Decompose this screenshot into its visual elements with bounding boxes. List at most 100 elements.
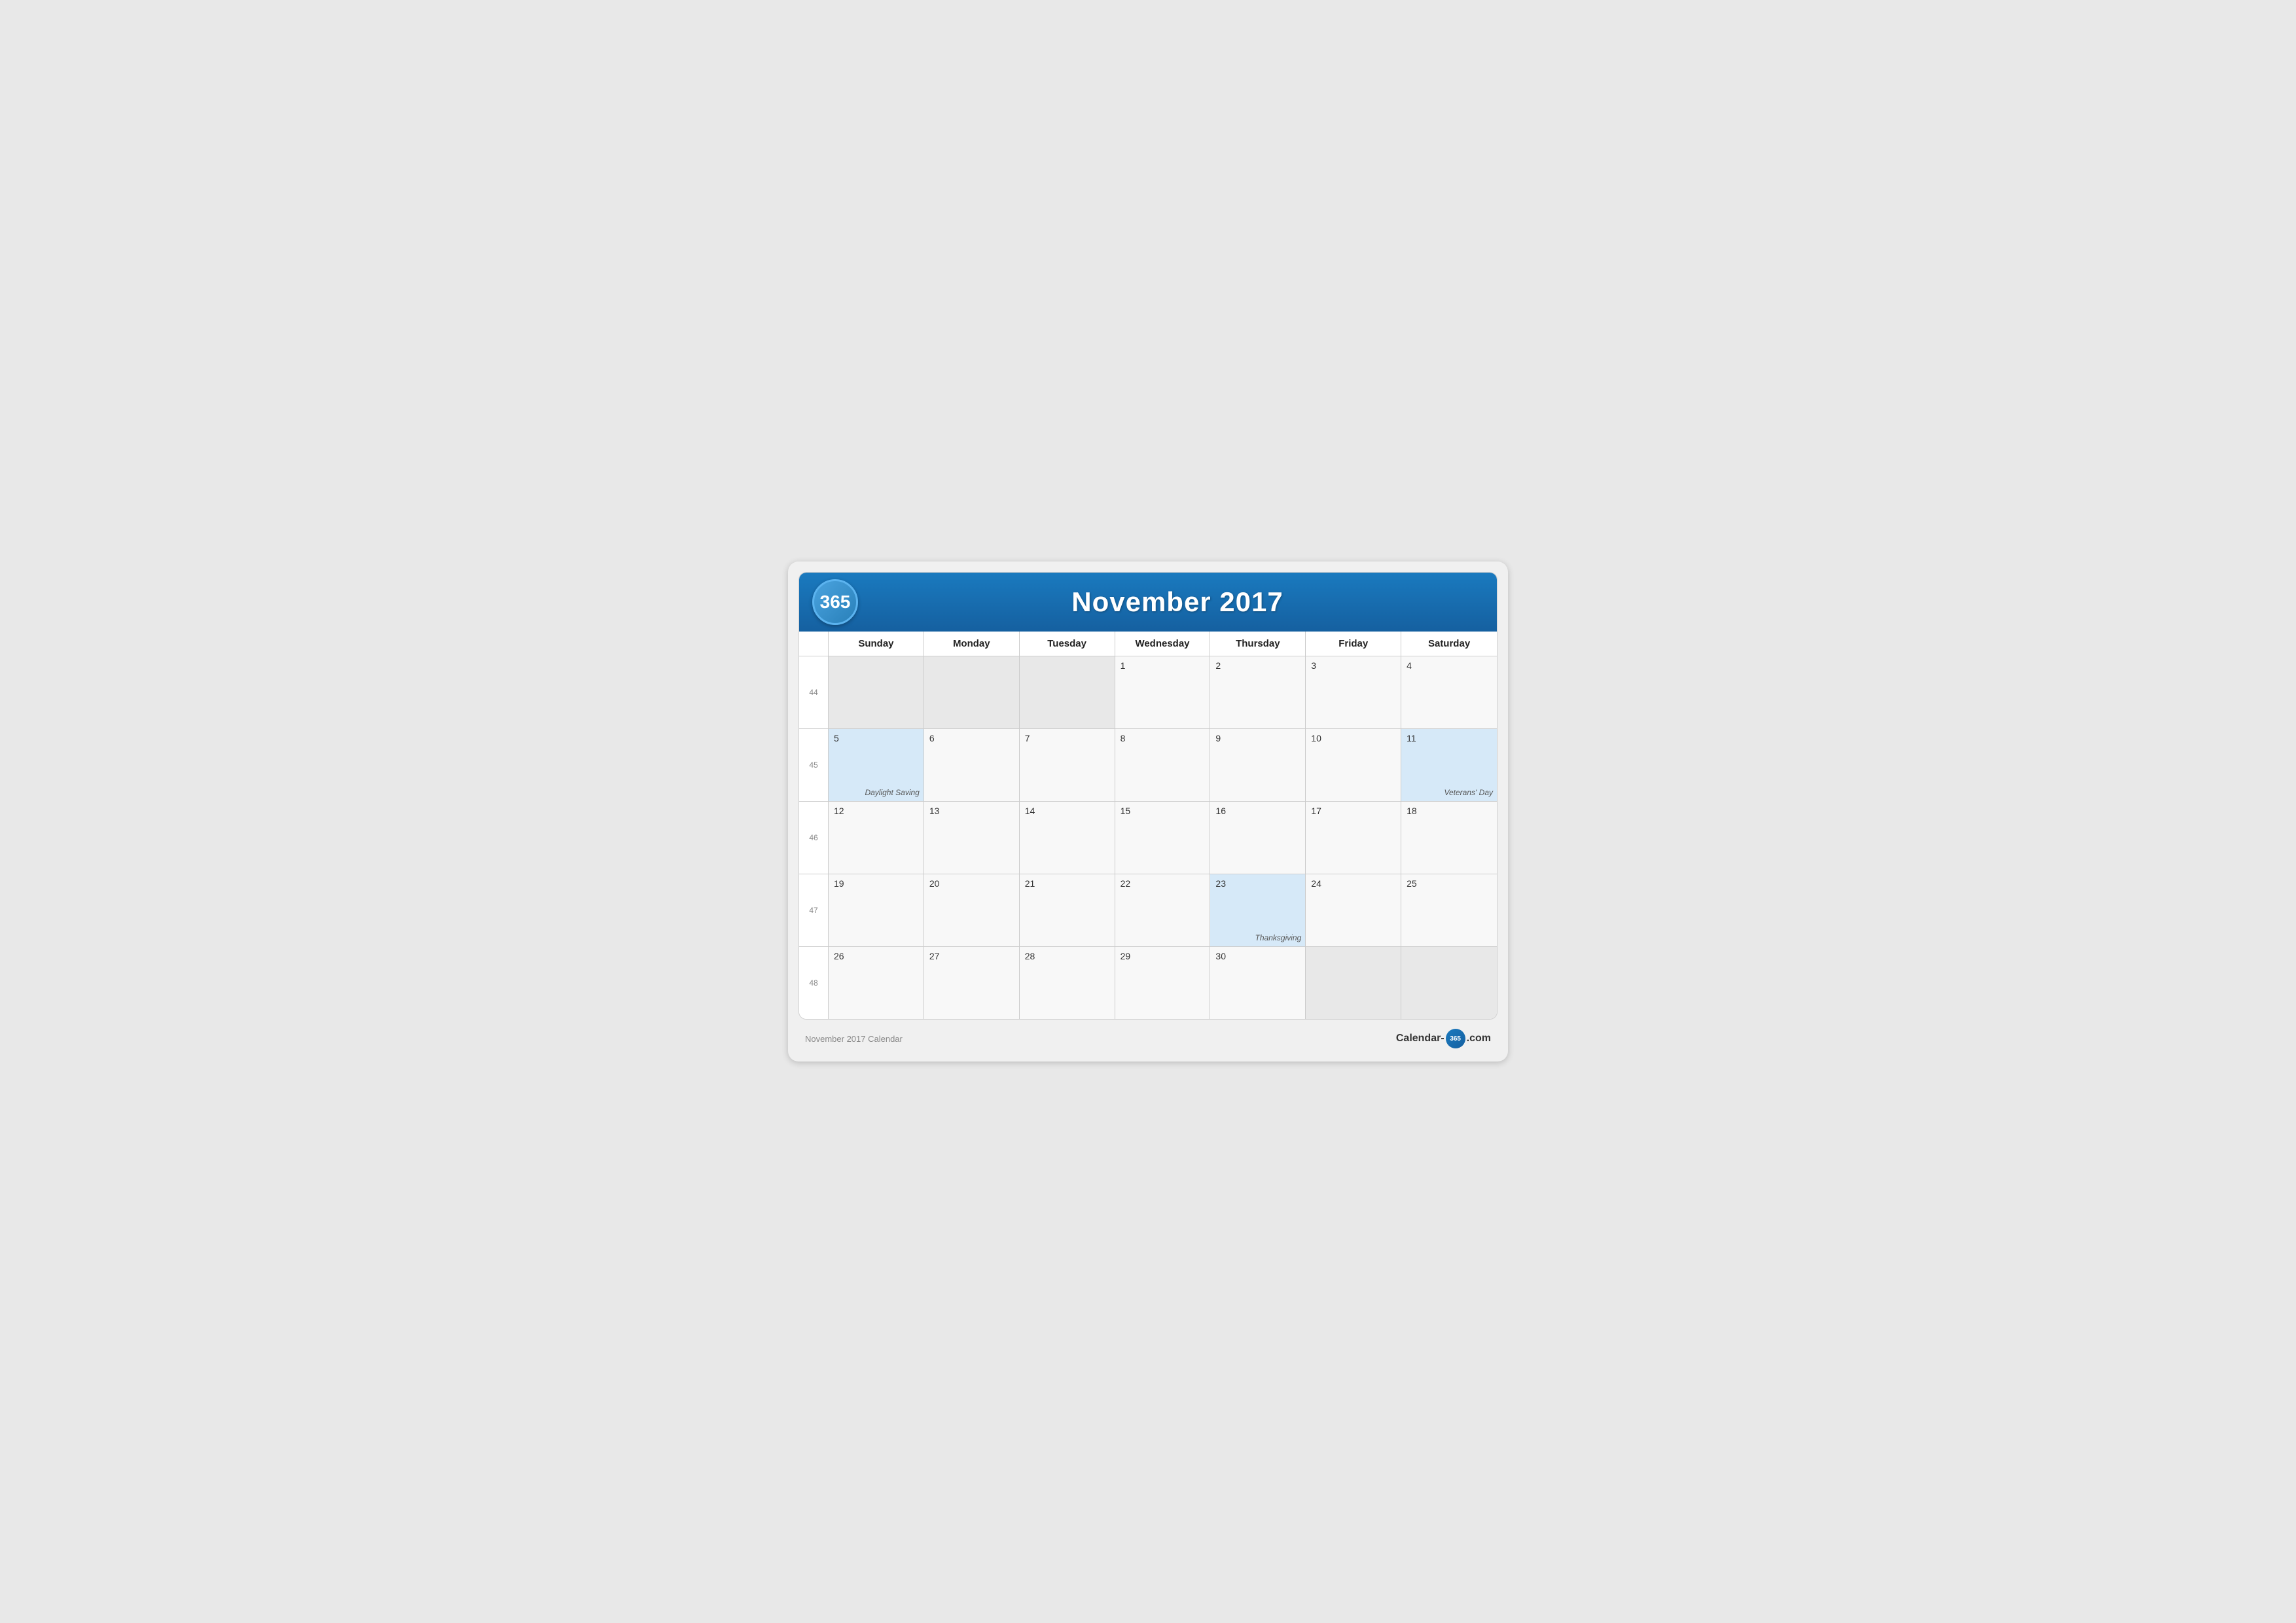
day-cell[interactable]: 3 bbox=[1306, 656, 1401, 728]
day-cell[interactable]: 25 bbox=[1401, 874, 1497, 946]
day-cell[interactable] bbox=[1306, 947, 1401, 1019]
day-number: 22 bbox=[1121, 878, 1205, 889]
day-cell[interactable]: 7 bbox=[1020, 729, 1115, 801]
day-number: 11 bbox=[1407, 733, 1492, 743]
footer-right: Calendar- 365 .com bbox=[1396, 1029, 1491, 1048]
footer-brand-after: .com bbox=[1467, 1033, 1491, 1044]
day-cell[interactable]: 8 bbox=[1115, 729, 1211, 801]
week-number: 48 bbox=[799, 947, 829, 1019]
holiday-label: Daylight Saving bbox=[865, 788, 919, 797]
week-number: 46 bbox=[799, 802, 829, 874]
day-cell[interactable]: 26 bbox=[829, 947, 924, 1019]
day-cell[interactable]: 21 bbox=[1020, 874, 1115, 946]
calendar-week: 44 123 4 bbox=[799, 656, 1497, 729]
day-cell[interactable]: 16 bbox=[1210, 802, 1306, 874]
day-number: 18 bbox=[1407, 806, 1492, 816]
day-cell[interactable]: 5 Daylight Saving bbox=[829, 729, 924, 801]
calendar-grid: 441234455Daylight Saving67891011Veterans… bbox=[799, 656, 1497, 1019]
week-number: 45 bbox=[799, 729, 829, 801]
day-number: 8 bbox=[1121, 733, 1205, 743]
day-name-cell: Sunday bbox=[829, 632, 924, 656]
week-number: 47 bbox=[799, 874, 829, 946]
calendar-week: 45 5 Daylight Saving 6 7 89 10 11 Veterans' Day bbox=[799, 729, 1497, 802]
logo-text: 365 bbox=[820, 592, 851, 613]
calendar-header: 365 November 2017 bbox=[799, 573, 1497, 632]
day-number: 14 bbox=[1025, 806, 1109, 816]
day-cell[interactable]: 11 Veterans' Day bbox=[1401, 729, 1497, 801]
day-number: 13 bbox=[929, 806, 1014, 816]
day-number: 24 bbox=[1311, 878, 1395, 889]
calendar-week: 47 19 20 21 22 23 Thanksgiving 24 25 bbox=[799, 874, 1497, 947]
day-number: 15 bbox=[1121, 806, 1205, 816]
day-number: 5 bbox=[834, 733, 918, 743]
day-names-row: SundayMondayTuesdayWednesdayThursdayFrid… bbox=[799, 632, 1497, 656]
day-cell[interactable] bbox=[1401, 947, 1497, 1019]
day-number: 27 bbox=[929, 951, 1014, 961]
day-name-cell: Thursday bbox=[1210, 632, 1306, 656]
day-cell[interactable]: 28 bbox=[1020, 947, 1115, 1019]
day-cell[interactable]: 9 bbox=[1210, 729, 1306, 801]
day-number: 1 bbox=[1121, 660, 1205, 671]
day-number: 4 bbox=[1407, 660, 1492, 671]
day-cell[interactable]: 30 bbox=[1210, 947, 1306, 1019]
calendar-title: November 2017 bbox=[871, 586, 1484, 618]
day-cell[interactable]: 27 bbox=[924, 947, 1020, 1019]
day-number: 3 bbox=[1311, 660, 1395, 671]
day-cell[interactable]: 19 bbox=[829, 874, 924, 946]
day-cell[interactable]: 22 bbox=[1115, 874, 1211, 946]
day-number: 7 bbox=[1025, 733, 1109, 743]
logo-badge: 365 bbox=[812, 579, 858, 625]
day-cell[interactable]: 13 bbox=[924, 802, 1020, 874]
week-num-header bbox=[799, 632, 829, 656]
day-number: 9 bbox=[1215, 733, 1300, 743]
holiday-label: Veterans' Day bbox=[1444, 788, 1493, 797]
day-cell[interactable]: 14 bbox=[1020, 802, 1115, 874]
day-number: 26 bbox=[834, 951, 918, 961]
day-cell[interactable] bbox=[1020, 656, 1115, 728]
day-cell[interactable]: 23 Thanksgiving bbox=[1210, 874, 1306, 946]
calendar-container: 365 November 2017 SundayMondayTuesdayWed… bbox=[798, 572, 1498, 1020]
footer-left-text: November 2017 Calendar bbox=[805, 1034, 903, 1044]
day-number: 12 bbox=[834, 806, 918, 816]
day-number: 30 bbox=[1215, 951, 1300, 961]
day-number: 28 bbox=[1025, 951, 1109, 961]
day-number: 21 bbox=[1025, 878, 1109, 889]
day-cell[interactable]: 1 bbox=[1115, 656, 1211, 728]
day-cell[interactable]: 4 bbox=[1401, 656, 1497, 728]
calendar-footer: November 2017 Calendar Calendar- 365 .co… bbox=[798, 1020, 1498, 1051]
day-cell[interactable]: 12 bbox=[829, 802, 924, 874]
day-cell[interactable]: 24 bbox=[1306, 874, 1401, 946]
day-name-cell: Tuesday bbox=[1020, 632, 1115, 656]
day-name-cell: Wednesday bbox=[1115, 632, 1211, 656]
day-number: 10 bbox=[1311, 733, 1395, 743]
day-cell[interactable] bbox=[829, 656, 924, 728]
day-cell[interactable] bbox=[924, 656, 1020, 728]
day-name-cell: Saturday bbox=[1401, 632, 1497, 656]
day-cell[interactable]: 18 bbox=[1401, 802, 1497, 874]
day-cell[interactable]: 10 bbox=[1306, 729, 1401, 801]
day-cell[interactable]: 15 bbox=[1115, 802, 1211, 874]
day-number: 16 bbox=[1215, 806, 1300, 816]
footer-brand-before: Calendar- bbox=[1396, 1033, 1444, 1044]
day-cell[interactable]: 6 bbox=[924, 729, 1020, 801]
day-name-cell: Monday bbox=[924, 632, 1020, 656]
day-cell[interactable]: 2 bbox=[1210, 656, 1306, 728]
day-number: 23 bbox=[1215, 878, 1300, 889]
day-number: 25 bbox=[1407, 878, 1492, 889]
day-number: 29 bbox=[1121, 951, 1205, 961]
calendar-week: 48 26 27 28 29 30 bbox=[799, 947, 1497, 1019]
day-number: 2 bbox=[1215, 660, 1300, 671]
calendar-week: 46 12 13 14 15 16 17 18 bbox=[799, 802, 1497, 874]
holiday-label: Thanksgiving bbox=[1255, 933, 1302, 942]
week-number: 44 bbox=[799, 656, 829, 728]
day-cell[interactable]: 29 bbox=[1115, 947, 1211, 1019]
day-number: 17 bbox=[1311, 806, 1395, 816]
day-cell[interactable]: 17 bbox=[1306, 802, 1401, 874]
day-number: 20 bbox=[929, 878, 1014, 889]
day-name-cell: Friday bbox=[1306, 632, 1401, 656]
footer-badge: 365 bbox=[1446, 1029, 1465, 1048]
page-wrapper: 365 November 2017 SundayMondayTuesdayWed… bbox=[788, 562, 1508, 1061]
day-number: 6 bbox=[929, 733, 1014, 743]
day-cell[interactable]: 20 bbox=[924, 874, 1020, 946]
day-number: 19 bbox=[834, 878, 918, 889]
